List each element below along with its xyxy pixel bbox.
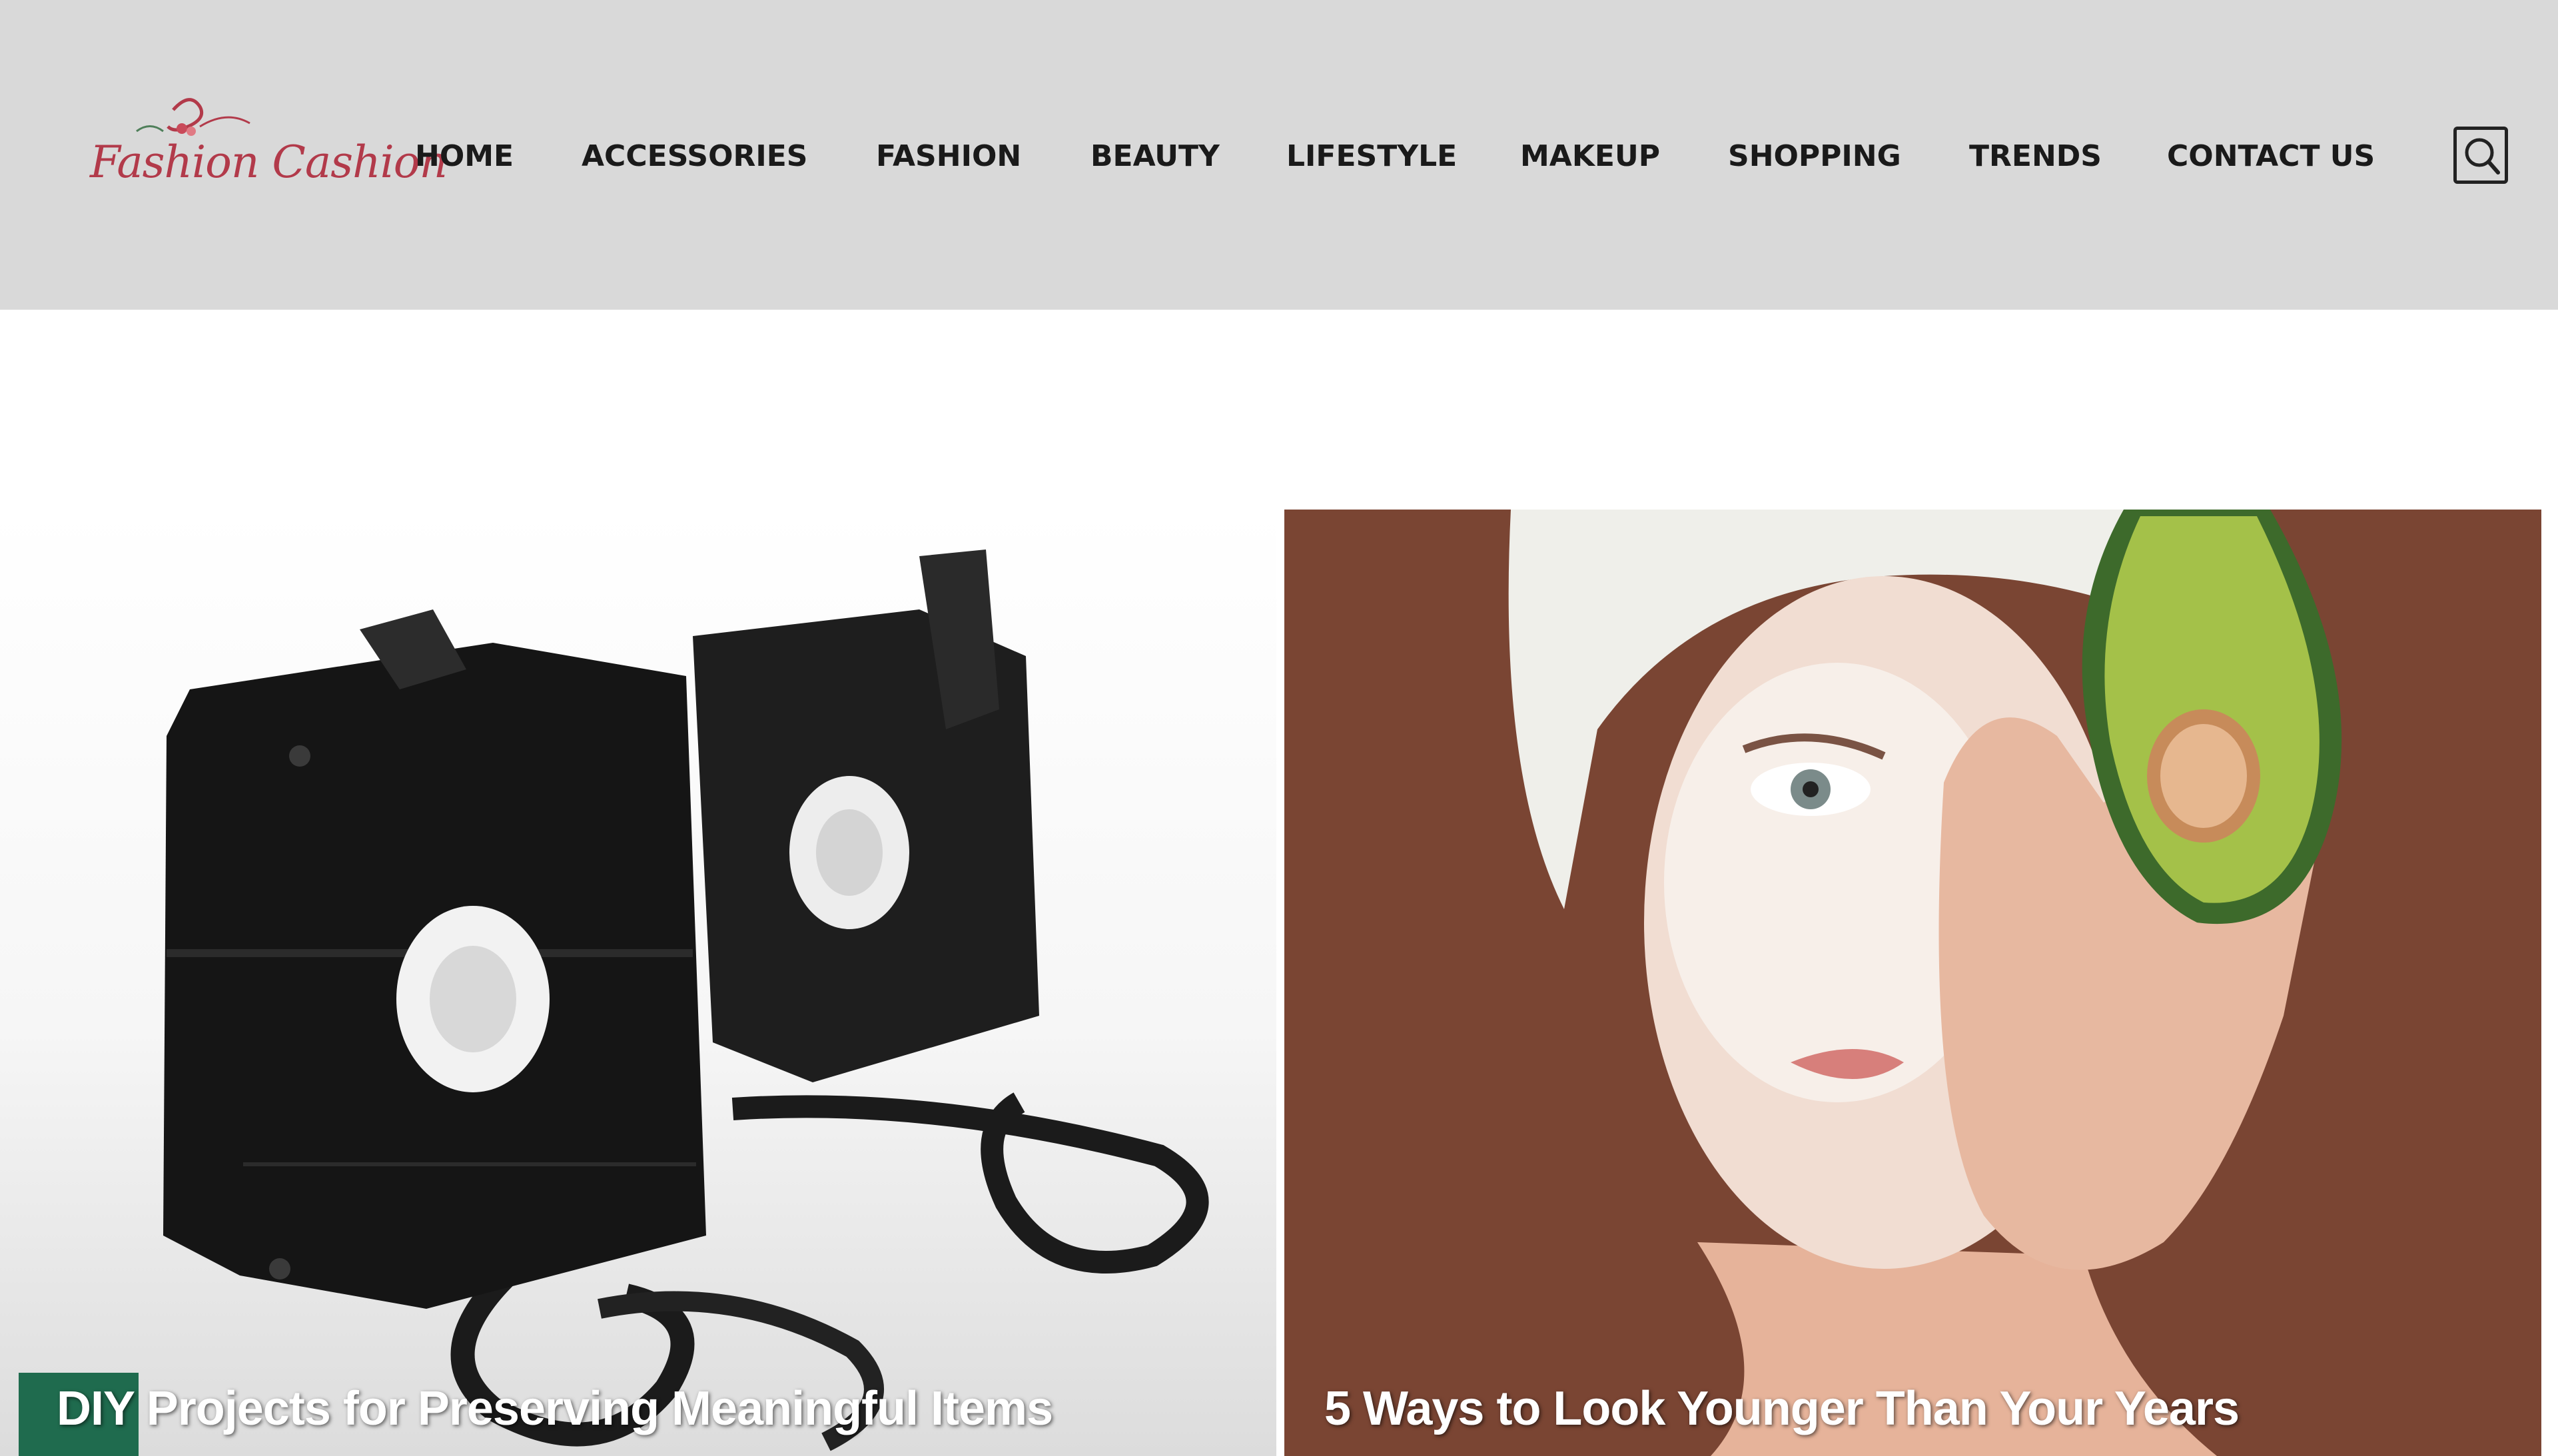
logo-text: Fashion Cashion bbox=[90, 137, 448, 188]
nav-item-fashion[interactable]: FASHION bbox=[876, 137, 1021, 177]
featured-post-card[interactable]: DIY Projects for Preserving Meaningful I… bbox=[0, 510, 1276, 1456]
site-header: Fashion Cashion HOME ACCESSORIES FASHION… bbox=[0, 0, 2558, 310]
avocado-face-mask-image bbox=[1284, 510, 2541, 1456]
vhs-cassette-tape-image bbox=[163, 549, 1209, 1451]
nav-item-shopping[interactable]: SHOPPING bbox=[1728, 137, 1901, 177]
featured-post-card[interactable]: 5 Ways to Look Younger Than Your Years bbox=[1284, 510, 2541, 1456]
nav-item-contact-us[interactable]: CONTACT US bbox=[2167, 137, 2375, 177]
site-logo[interactable]: Fashion Cashion bbox=[83, 90, 448, 206]
featured-post-title[interactable]: 5 Ways to Look Younger Than Your Years bbox=[1324, 1381, 2240, 1436]
nav-item-trends[interactable]: TRENDS bbox=[1969, 137, 2102, 177]
search-button[interactable] bbox=[2453, 127, 2508, 184]
nav-item-accessories[interactable]: ACCESSORIES bbox=[582, 137, 808, 177]
nav-item-home[interactable]: HOME bbox=[415, 137, 514, 177]
search-icon bbox=[2465, 138, 2500, 175]
nav-item-lifestyle[interactable]: LIFESTYLE bbox=[1286, 137, 1457, 177]
nav-item-makeup[interactable]: MAKEUP bbox=[1520, 137, 1660, 177]
nav-item-beauty[interactable]: BEAUTY bbox=[1090, 137, 1220, 177]
featured-post-title[interactable]: DIY Projects for Preserving Meaningful I… bbox=[57, 1381, 1053, 1436]
